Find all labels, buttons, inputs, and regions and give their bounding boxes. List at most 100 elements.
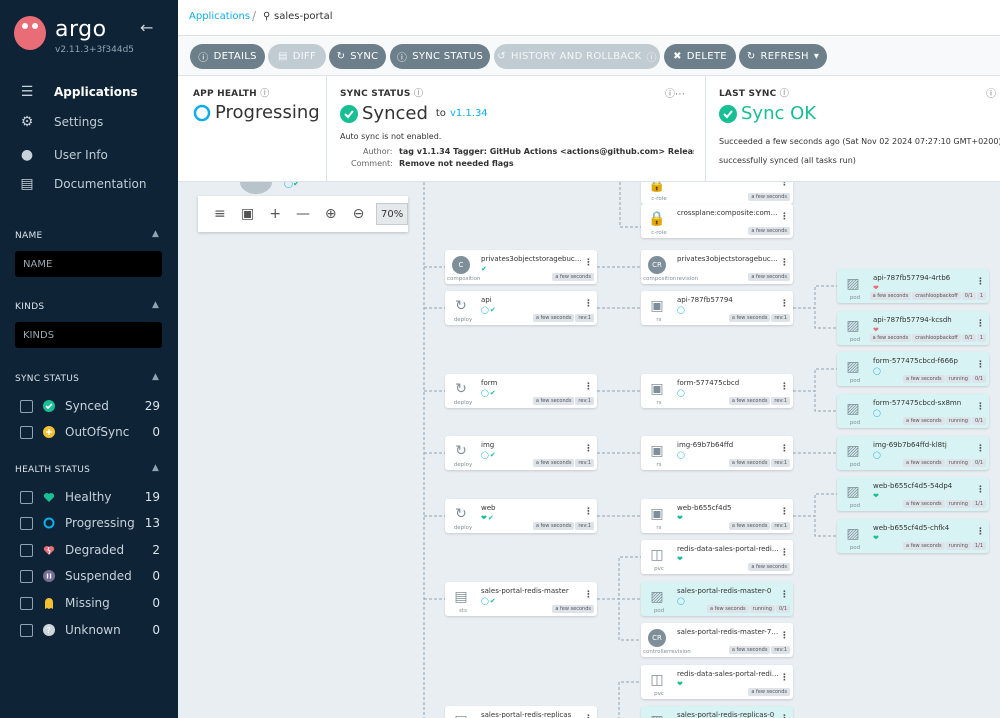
node-menu-icon[interactable]: ⋮ bbox=[780, 382, 789, 392]
resource-node-pod[interactable]: ▨ pod img-69b7b64ffd-kl8tj ◯ ⋮ a few seconds r… bbox=[837, 436, 989, 470]
node-menu-icon[interactable]: ⋮ bbox=[584, 507, 593, 517]
breadcrumb-applications[interactable]: Applications bbox=[189, 11, 250, 22]
delete-button[interactable]: ✖ DELETE bbox=[664, 44, 736, 69]
resource-node-pod[interactable]: ▨ pod web-b655cf4d5-chfk4 ❤ ⋮ a few seconds ru… bbox=[837, 519, 989, 553]
resource-node-pod[interactable]: ▨ pod api-787fb57794-4rtb6 ❤ ⋮ a few seconds c… bbox=[837, 269, 989, 303]
checkbox[interactable] bbox=[20, 516, 33, 530]
node-menu-icon[interactable]: ⋮ bbox=[976, 319, 985, 329]
help-icon[interactable]: ⓘ bbox=[414, 89, 423, 99]
node-menu-icon[interactable]: ⋮ bbox=[780, 714, 789, 718]
resource-node-deploy[interactable]: ↻ deploy img ◯ ✔ ⋮ a few seconds rev:1 bbox=[445, 436, 597, 470]
more-icon[interactable]: ⓘ bbox=[986, 85, 996, 100]
filter-suspended[interactable]: Suspended 0 bbox=[20, 567, 160, 585]
resource-node-rs[interactable]: ▣ rs api-787fb57794 ◯ ⋮ a few seconds rev:1 bbox=[641, 291, 793, 325]
checkbox[interactable] bbox=[20, 569, 33, 583]
refresh-button[interactable]: ↻ REFRESH ▾ bbox=[739, 44, 827, 69]
filter-progressing[interactable]: Progressing 13 bbox=[20, 514, 160, 532]
filter-missing[interactable]: Missing 0 bbox=[20, 594, 160, 612]
nav-item-settings[interactable]: ⚙ Settings bbox=[18, 110, 168, 134]
resource-node-deploy[interactable]: ↻ deploy form ◯ ✔ ⋮ a few seconds rev:1 bbox=[445, 374, 597, 408]
resource-node-pod[interactable]: ▨ pod form-577475cbcd-f666p ◯ ⋮ a few seconds… bbox=[837, 352, 989, 386]
node-menu-icon[interactable]: ⋮ bbox=[780, 212, 789, 222]
node-menu-icon[interactable]: ⋮ bbox=[976, 402, 985, 412]
node-menu-icon[interactable]: ⋮ bbox=[780, 182, 789, 188]
resource-node-rs[interactable]: ▣ rs web-b655cf4d5 ❤ ⋮ a few seconds rev:1 bbox=[641, 499, 793, 533]
checkbox[interactable] bbox=[20, 596, 33, 610]
caret-up-icon[interactable]: ▲ bbox=[152, 229, 159, 239]
nav-item-user-info[interactable]: ● User Info bbox=[18, 143, 168, 167]
node-menu-icon[interactable]: ⋮ bbox=[584, 382, 593, 392]
collapse-sidebar-icon[interactable]: ← bbox=[140, 18, 153, 37]
resource-node-sts[interactable]: ▤stssales-portal-redis-replicas⋮ bbox=[445, 706, 597, 718]
resource-node-pvc[interactable]: ◫ pvc redis-data-sales-portal-redis-... ❤ ⋮ a… bbox=[641, 540, 793, 574]
resource-node-pod[interactable]: ▨ pod api-787fb57794-kcsdh ❤ ⋮ a few seconds c… bbox=[837, 311, 989, 345]
more-icon[interactable]: ⓘ⋯ bbox=[665, 85, 685, 100]
resource-node-rs[interactable]: ▣ rs img-69b7b64ffd ◯ ⋮ a few seconds rev:1 bbox=[641, 436, 793, 470]
resource-node-pvc[interactable]: ◫ pvc redis-data-sales-portal-redis-r... ❤ ⋮… bbox=[641, 665, 793, 699]
zoom-plus-icon[interactable]: + bbox=[261, 206, 289, 222]
checkbox[interactable] bbox=[20, 543, 33, 557]
resource-node-composition[interactable]: Ccomposition privates3objectstoragebucket… bbox=[445, 250, 597, 284]
filter-healthy[interactable]: Healthy 19 bbox=[20, 488, 160, 506]
resource-node-deploy[interactable]: ↻ deploy web ❤ ✔ ⋮ a few seconds rev:1 bbox=[445, 499, 597, 533]
sync-revision-link[interactable]: v1.1.34 bbox=[450, 108, 488, 119]
resource-node-c-role[interactable]: 🔒 c-role crossplane:composite:compo... ⋮ a f… bbox=[641, 204, 793, 238]
resource-node-deploy[interactable]: ↻ deploy api ◯ ✔ ⋮ a few seconds rev:1 bbox=[445, 291, 597, 325]
fit-screen-icon[interactable]: ▣ bbox=[234, 206, 262, 222]
node-menu-icon[interactable]: ⋮ bbox=[584, 590, 593, 600]
sync-status-button[interactable]: ⓘ SYNC STATUS bbox=[390, 44, 490, 69]
resource-node-pod[interactable]: ▨podsales-portal-redis-replicas-0⋮ bbox=[641, 706, 793, 718]
node-menu-icon[interactable]: ⋮ bbox=[584, 714, 593, 718]
zoom-out-icon[interactable]: ⊖ bbox=[345, 206, 373, 222]
node-menu-icon[interactable]: ⋮ bbox=[780, 258, 789, 268]
resource-node-controllerrevision[interactable]: CR controllerrevision sales-portal-redis-m… bbox=[641, 623, 793, 657]
help-icon[interactable]: ⓘ bbox=[260, 89, 269, 99]
details-button[interactable]: ⓘ DETAILS bbox=[190, 44, 265, 69]
checkbox[interactable] bbox=[20, 425, 33, 439]
filter-outofsync[interactable]: OutOfSync 0 bbox=[20, 423, 160, 441]
resource-node-sts[interactable]: ▤ sts sales-portal-redis-master ◯ ✔ ⋮ a few se… bbox=[445, 582, 597, 616]
resource-node-rs[interactable]: ▣ rs form-577475cbcd ◯ ⋮ a few seconds rev:1 bbox=[641, 374, 793, 408]
resource-node-pod[interactable]: ▨ pod sales-portal-redis-master-0 ◯ ⋮ a few s… bbox=[641, 582, 793, 616]
resource-tree-canvas[interactable]: 🔒 c-role ⋮ a few seconds 🔒 c-role crossplane:c… bbox=[178, 182, 1000, 718]
resource-node-pod[interactable]: ▨ pod web-b655cf4d5-54dp4 ❤ ⋮ a few seconds ru… bbox=[837, 477, 989, 511]
diff-button[interactable]: ▤ DIFF bbox=[268, 44, 326, 69]
history-rollback-button[interactable]: ↺ HISTORY AND ROLLBACK ⓘ bbox=[494, 44, 660, 69]
checkbox[interactable] bbox=[20, 623, 33, 637]
zoom-in-icon[interactable]: ⊕ bbox=[317, 206, 345, 222]
node-menu-icon[interactable]: ⋮ bbox=[584, 258, 593, 268]
help-icon[interactable]: ⓘ bbox=[780, 89, 789, 99]
sync-button[interactable]: ↻ SYNC bbox=[329, 44, 386, 69]
nav-item-documentation[interactable]: ▤ Documentation bbox=[18, 172, 168, 196]
node-menu-icon[interactable]: ⋮ bbox=[780, 548, 789, 558]
node-menu-icon[interactable]: ⋮ bbox=[780, 673, 789, 683]
filter-degraded[interactable]: Degraded 2 bbox=[20, 541, 160, 559]
node-menu-icon[interactable]: ⋮ bbox=[780, 631, 789, 641]
node-menu-icon[interactable]: ⋮ bbox=[976, 527, 985, 537]
name-filter-input[interactable] bbox=[15, 251, 162, 277]
node-menu-icon[interactable]: ⋮ bbox=[976, 277, 985, 287]
kinds-filter-input[interactable] bbox=[15, 322, 162, 348]
node-menu-icon[interactable]: ⋮ bbox=[584, 444, 593, 454]
caret-up-icon[interactable]: ▲ bbox=[152, 463, 159, 473]
resource-node-compositionrevision[interactable]: CR compositionrevision privates3objectstor… bbox=[641, 250, 793, 284]
node-menu-icon[interactable]: ⋮ bbox=[976, 485, 985, 495]
node-menu-icon[interactable]: ⋮ bbox=[780, 507, 789, 517]
node-menu-icon[interactable]: ⋮ bbox=[780, 444, 789, 454]
checkbox[interactable] bbox=[20, 490, 33, 504]
align-left-icon[interactable]: ≡ bbox=[206, 206, 234, 222]
resource-node-pod[interactable]: ▨ pod form-577475cbcd-sx8mn ◯ ⋮ a few seconds… bbox=[837, 394, 989, 428]
node-menu-icon[interactable]: ⋮ bbox=[780, 299, 789, 309]
node-menu-icon[interactable]: ⋮ bbox=[976, 360, 985, 370]
resource-node-c-role[interactable]: 🔒 c-role ⋮ a few seconds bbox=[641, 182, 793, 204]
checkbox[interactable] bbox=[20, 399, 33, 413]
filter-unknown[interactable]: ? Unknown 0 bbox=[20, 621, 160, 639]
caret-up-icon[interactable]: ▲ bbox=[152, 300, 159, 310]
nav-item-applications[interactable]: ☰ Applications bbox=[18, 80, 168, 104]
node-menu-icon[interactable]: ⋮ bbox=[584, 299, 593, 309]
node-menu-icon[interactable]: ⋮ bbox=[780, 590, 789, 600]
filter-synced[interactable]: Synced 29 bbox=[20, 397, 160, 415]
zoom-minus-icon[interactable]: — bbox=[289, 206, 317, 222]
node-menu-icon[interactable]: ⋮ bbox=[976, 444, 985, 454]
caret-up-icon[interactable]: ▲ bbox=[152, 372, 159, 382]
